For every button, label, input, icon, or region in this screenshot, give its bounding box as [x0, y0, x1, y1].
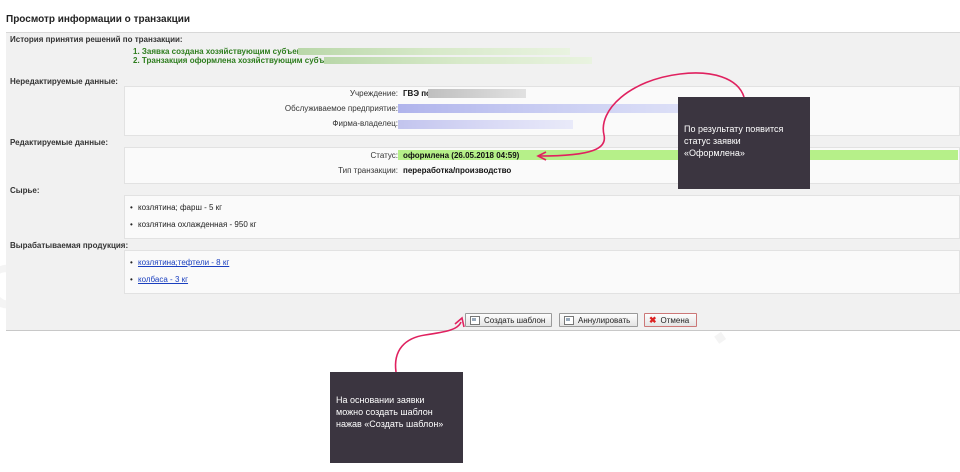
editable-header: Редактируемые данные: [10, 138, 108, 147]
institution-value: ГВЭ по [403, 89, 431, 98]
history-item: 2. Транзакция оформлена хозяйствующим су… [133, 56, 350, 65]
annul-label: Аннулировать [578, 315, 631, 325]
owner-label: Фирма-владелец: [332, 119, 398, 128]
transaction-type-label: Тип транзакции: [338, 166, 398, 175]
redacted-text [428, 89, 526, 98]
enterprise-label: Обслуживаемое предприятие: [284, 104, 398, 113]
institution-label: Учреждение: [349, 89, 398, 98]
status-label: Статус: [370, 151, 398, 160]
raw-material-item: козлятина охлажденная - 950 кг [130, 220, 256, 229]
callout-line: можно создать шаблон [336, 407, 433, 417]
history-item: 1. Заявка создана хозяйствующим субъекто… [133, 47, 321, 56]
redacted-text [324, 57, 592, 64]
callout-line: статус заявки [684, 136, 741, 146]
status-callout: По результату появится статус заявки «Оф… [678, 97, 810, 189]
transaction-type-value: переработка/производство [403, 166, 512, 175]
status-value: оформлена (26.05.2018 04:59) [403, 151, 520, 160]
product-link[interactable]: козлятина;тефтели - 8 кг [138, 258, 229, 267]
callout-line: «Оформлена» [684, 148, 745, 158]
page-title: Просмотр информации о транзакции [6, 14, 191, 25]
products-header: Вырабатываемая продукция: [10, 241, 129, 250]
product-item: колбаса - 3 кг [130, 275, 188, 284]
template-icon [470, 315, 480, 325]
callout-line: На основании заявки [336, 395, 425, 405]
readonly-header: Нередактируемые данные: [10, 77, 118, 86]
template-callout: На основании заявки можно создать шаблон… [330, 372, 463, 463]
products-panel [124, 250, 960, 294]
product-item: козлятина;тефтели - 8 кг [130, 258, 229, 267]
raw-material-item: козлятина; фарш - 5 кг [130, 203, 222, 212]
history-header: История принятия решений по транзакции: [10, 35, 183, 44]
annul-button[interactable]: Аннулировать [559, 313, 638, 327]
create-template-button[interactable]: Создать шаблон [465, 313, 552, 327]
redacted-text [298, 48, 570, 55]
callout-line: По результату появится [684, 124, 784, 134]
create-template-label: Создать шаблон [484, 315, 546, 325]
close-icon: ✖ [649, 314, 657, 325]
redacted-text [398, 104, 678, 113]
cancel-label: Отмена [660, 315, 690, 325]
annul-icon [564, 315, 574, 325]
raw-materials-header: Сырье: [10, 186, 40, 195]
callout-line: нажав «Создать шаблон» [336, 419, 444, 429]
product-link[interactable]: колбаса - 3 кг [138, 275, 188, 284]
transaction-details-panel: История принятия решений по транзакции: … [6, 32, 960, 331]
redacted-text [398, 120, 573, 129]
cancel-button[interactable]: ✖ Отмена [644, 313, 697, 327]
raw-materials-panel [124, 195, 960, 239]
